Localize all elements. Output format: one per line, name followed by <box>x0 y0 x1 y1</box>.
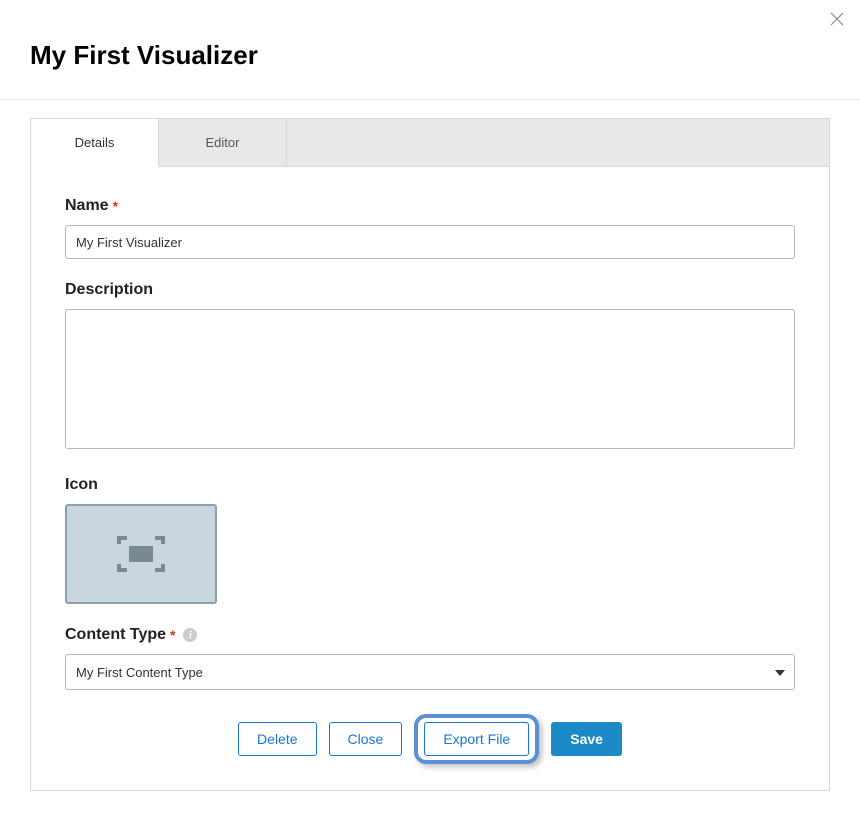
tab-details[interactable]: Details <box>31 119 159 167</box>
content-type-label-text: Content Type <box>65 626 166 644</box>
required-asterisk: * <box>113 198 118 214</box>
content-type-label: Content Type * i <box>65 626 795 644</box>
tab-editor[interactable]: Editor <box>159 119 287 166</box>
content-type-value: My First Content Type <box>76 665 203 680</box>
dialog-title: My First Visualizer <box>30 40 830 71</box>
close-dialog-icon[interactable] <box>830 12 846 28</box>
save-button[interactable]: Save <box>551 722 622 756</box>
description-label: Description <box>65 281 795 299</box>
dialog-header: My First Visualizer <box>0 0 860 99</box>
export-highlight: Export File <box>414 714 539 764</box>
export-file-button[interactable]: Export File <box>424 722 529 756</box>
delete-button[interactable]: Delete <box>238 722 316 756</box>
action-buttons: Delete Close Export File Save <box>65 714 795 764</box>
main-panel: Details Editor Name * Description Icon <box>30 118 830 791</box>
description-input[interactable] <box>65 309 795 449</box>
name-label-text: Name <box>65 197 109 215</box>
fullscreen-icon <box>113 532 169 576</box>
icon-label: Icon <box>65 476 795 494</box>
icon-picker[interactable] <box>65 504 217 604</box>
tab-bar: Details Editor <box>31 119 829 167</box>
content-type-select[interactable]: My First Content Type <box>65 654 795 690</box>
required-asterisk: * <box>170 627 175 643</box>
close-button[interactable]: Close <box>329 722 403 756</box>
info-icon[interactable]: i <box>183 628 197 642</box>
name-label: Name * <box>65 197 795 215</box>
name-input[interactable] <box>65 225 795 259</box>
